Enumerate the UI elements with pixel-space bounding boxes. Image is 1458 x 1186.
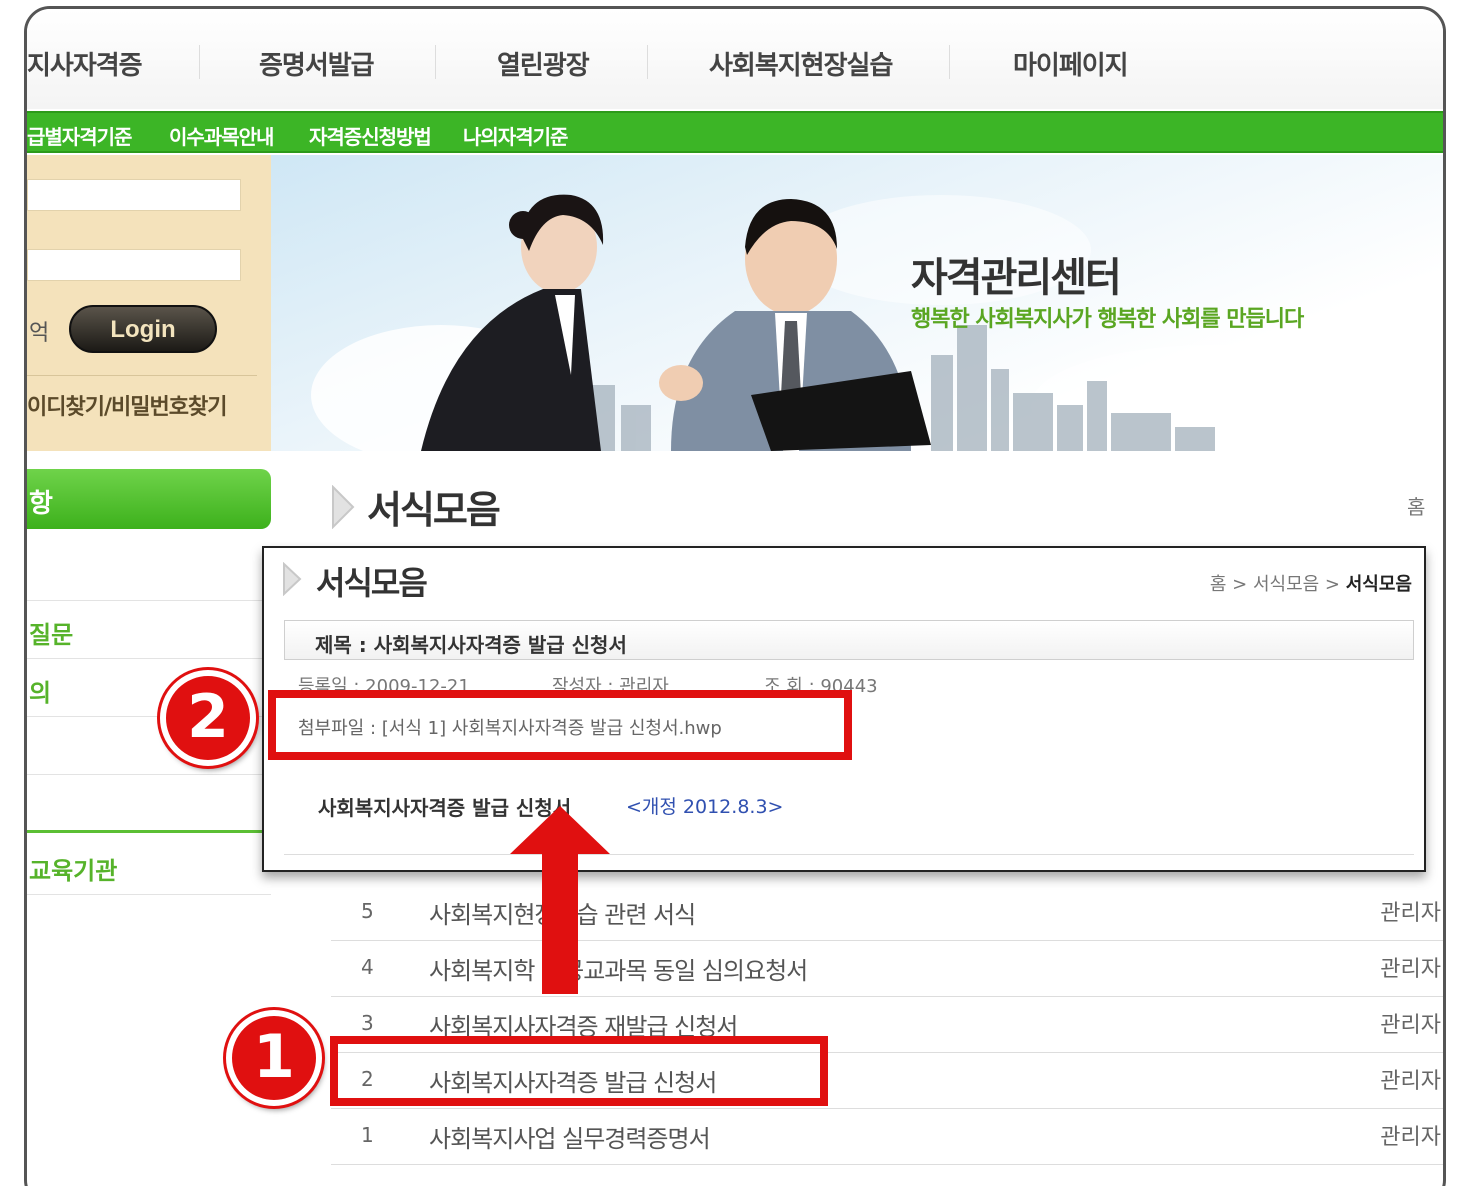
nav-item-field-practice[interactable]: 사회복지현장실습: [709, 45, 893, 82]
find-id-password-link[interactable]: 이디찾기/비밀번호찾기: [27, 389, 227, 421]
divider: [284, 854, 1414, 855]
nav-item-open-plaza[interactable]: 열린광장: [497, 45, 590, 82]
chevron-right-icon: [283, 562, 302, 596]
chevron-right-icon: [332, 485, 355, 529]
username-input[interactable]: [27, 179, 241, 211]
banner-slogan: 행복한 사회복지사가 행복한 사회를 만듭니다: [911, 307, 1304, 332]
left-menu-item-label: 의: [29, 679, 52, 707]
left-menu-item-institutions[interactable]: 교육기관: [27, 837, 271, 895]
subnav-item-my-criteria[interactable]: 나의자격기준: [463, 121, 568, 150]
breadcrumb-path[interactable]: 홈 > 서식모음 >: [1210, 574, 1346, 595]
left-menu-item-label: 교육기관: [29, 857, 118, 885]
highlight-box-list-row: [330, 1036, 828, 1106]
row-author: 관리자: [1380, 957, 1441, 982]
home-breadcrumb-icon[interactable]: 홈: [1407, 491, 1425, 520]
breadcrumb-current: 서식모음: [1345, 574, 1412, 595]
remember-label: 억: [29, 321, 50, 346]
businessman-figure: [659, 199, 931, 451]
banner-title: 자격관리센터: [911, 255, 1122, 301]
table-row[interactable]: 5 사회복지현장실습 관련 서식 관리자: [331, 885, 1443, 941]
arrow-up-icon: [510, 806, 610, 994]
row-author: 관리자: [1380, 1013, 1441, 1038]
sub-navigation: 급별자격기준 이수과목안내 자격증신청방법 나의자격기준: [27, 111, 1443, 153]
row-number: 4: [361, 955, 374, 979]
password-input[interactable]: [27, 249, 241, 281]
nav-divider: [199, 45, 200, 79]
left-menu-item[interactable]: [27, 543, 271, 601]
left-menu-item-faq[interactable]: 질문: [27, 601, 271, 659]
login-button[interactable]: Login: [69, 305, 217, 353]
detail-title: 서식모음: [316, 564, 428, 602]
page-title: 서식모음: [367, 488, 501, 532]
nav-divider: [949, 45, 950, 79]
revision-note: <개정 2012.8.3>: [626, 796, 784, 818]
step-badge-1: 1: [226, 1010, 322, 1106]
nav-item-certificate[interactable]: 지사자격증: [27, 45, 143, 82]
subnav-item-grade-criteria[interactable]: 급별자격기준: [27, 121, 132, 150]
businesswoman-figure: [421, 194, 604, 451]
table-row[interactable]: 4 사회복지학 전공교과목 동일 심의요청서 관리자: [331, 941, 1443, 997]
row-number: 5: [361, 899, 374, 923]
subnav-item-courses[interactable]: 이수과목안내: [169, 121, 274, 150]
login-panel: 억 Login 이디찾기/비밀번호찾기: [27, 155, 271, 451]
left-menu-item[interactable]: [27, 775, 271, 833]
row-author: 관리자: [1380, 901, 1441, 926]
nav-divider: [435, 45, 436, 79]
row-number: 1: [361, 1123, 374, 1147]
step-badge-2: 2: [160, 670, 256, 766]
row-author: 관리자: [1380, 1125, 1441, 1150]
table-row[interactable]: 1 사회복지사업 실무경력증명서 관리자: [331, 1109, 1443, 1165]
row-subject[interactable]: 사회복지사업 실무경력증명서: [429, 1119, 711, 1154]
nav-item-issuance[interactable]: 증명서발급: [259, 45, 375, 82]
hero-banner: 자격관리센터 행복한 사회복지사가 행복한 사회를 만듭니다: [271, 155, 1443, 451]
row-number: 3: [361, 1011, 374, 1035]
login-divider: [27, 375, 257, 376]
row-subject[interactable]: 사회복지학 전공교과목 동일 심의요청서: [429, 951, 808, 986]
nav-divider: [647, 45, 648, 79]
subnav-item-apply-method[interactable]: 자격증신청방법: [309, 121, 432, 150]
left-menu-item-label: 질문: [29, 621, 74, 649]
subject-bar: 제목 : 사회복지사자격증 발급 신청서: [284, 620, 1414, 660]
highlight-box-attachment: [268, 690, 852, 760]
post-subject: 제목 : 사회복지사자격증 발급 신청서: [315, 633, 627, 657]
row-author: 관리자: [1380, 1069, 1441, 1094]
top-navigation: 지사자격증 증명서발급 열린광장 사회복지현장실습 마이페이지: [27, 9, 1443, 109]
breadcrumb: 홈 > 서식모음 > 서식모음: [1210, 570, 1412, 596]
nav-item-mypage[interactable]: 마이페이지: [1013, 45, 1129, 82]
left-menu-header: 항: [27, 469, 271, 529]
left-menu-header-label: 항: [29, 489, 53, 519]
